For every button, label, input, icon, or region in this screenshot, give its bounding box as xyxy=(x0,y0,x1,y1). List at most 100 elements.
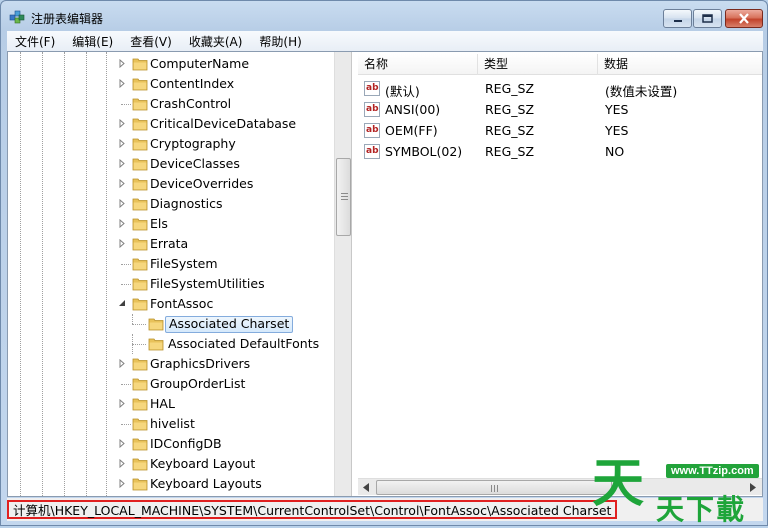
value-type: REG_SZ xyxy=(485,81,535,96)
tree-item[interactable]: FontAssoc xyxy=(8,294,338,314)
tree-item-label[interactable]: ContentIndex xyxy=(147,76,237,93)
tree-item-label[interactable]: DeviceClasses xyxy=(147,156,243,173)
tree-item-label[interactable]: hivelist xyxy=(147,416,198,433)
expand-arrow-icon[interactable] xyxy=(117,358,127,369)
tree-connector xyxy=(132,344,146,345)
title-bar[interactable]: 注册表编辑器 xyxy=(1,1,767,31)
tree-item[interactable]: Associated DefaultFonts xyxy=(8,334,338,354)
folder-icon xyxy=(132,378,148,391)
expand-arrow-icon[interactable] xyxy=(117,478,127,489)
registry-editor-icon xyxy=(9,10,25,24)
tree-item[interactable]: Diagnostics xyxy=(8,194,338,214)
value-name: (默认) xyxy=(385,84,420,99)
string-value-icon: ab xyxy=(364,123,380,138)
tree-item-label[interactable]: CrashControl xyxy=(147,96,234,113)
menu-view[interactable]: 查看(V) xyxy=(122,33,181,50)
tree-item-label[interactable]: FileSystemUtilities xyxy=(147,276,268,293)
tree-item-label[interactable]: GraphicsDrivers xyxy=(147,356,253,373)
tree-item-label[interactable]: IDConfigDB xyxy=(147,436,225,453)
tree-item[interactable]: Cryptography xyxy=(8,134,338,154)
tree-item[interactable]: CrashControl xyxy=(8,94,338,114)
scroll-left-icon[interactable] xyxy=(363,483,369,492)
tree-connector xyxy=(132,314,133,324)
tree-item[interactable]: IDConfigDB xyxy=(8,434,338,454)
column-header-name[interactable]: 名称 xyxy=(358,54,478,75)
column-header-data[interactable]: 数据 xyxy=(598,54,762,75)
expand-arrow-icon[interactable] xyxy=(117,218,127,229)
tree-item[interactable]: Keyboard Layouts xyxy=(8,474,338,494)
menu-favorites[interactable]: 收藏夹(A) xyxy=(181,33,252,50)
expand-arrow-icon[interactable] xyxy=(117,178,127,189)
tree-item[interactable]: HAL xyxy=(8,394,338,414)
column-header-type[interactable]: 类型 xyxy=(478,54,598,75)
tree-item[interactable]: Els xyxy=(8,214,338,234)
folder-icon xyxy=(132,158,148,171)
value-row[interactable]: ab ANSI(00) REG_SZ YES xyxy=(358,99,762,120)
expand-arrow-icon[interactable] xyxy=(117,438,127,449)
tree-item[interactable]: CriticalDeviceDatabase xyxy=(8,114,338,134)
value-data: YES xyxy=(605,123,629,138)
expand-arrow-icon[interactable] xyxy=(117,398,127,409)
tree-item-label[interactable]: Associated DefaultFonts xyxy=(165,336,322,353)
key-tree-pane[interactable]: ComputerName ContentIndex CrashControl Crit… xyxy=(8,52,352,496)
tree-item-label[interactable]: ComputerName xyxy=(147,56,252,73)
value-data: NO xyxy=(605,144,625,159)
tree-item-label[interactable]: DeviceOverrides xyxy=(147,176,256,193)
menu-help[interactable]: 帮助(H) xyxy=(251,33,310,50)
tree-scroll-thumb[interactable] xyxy=(336,158,351,236)
tree-item-label[interactable]: FileSystem xyxy=(147,256,221,273)
tree-item[interactable]: GroupOrderList xyxy=(8,374,338,394)
menu-file[interactable]: 文件(F) xyxy=(7,33,64,50)
expand-arrow-icon[interactable] xyxy=(117,238,127,249)
open-folder-icon xyxy=(132,298,148,311)
tree-item[interactable]: ContentIndex xyxy=(8,74,338,94)
window-title: 注册表编辑器 xyxy=(31,12,104,26)
folder-icon xyxy=(132,98,148,111)
tree-item[interactable]: ComputerName xyxy=(8,54,338,74)
tree-item[interactable]: Associated Charset xyxy=(8,314,338,334)
tree-vertical-scrollbar[interactable] xyxy=(334,52,351,496)
tree-item-label[interactable]: Keyboard Layouts xyxy=(147,476,265,493)
expand-arrow-icon[interactable] xyxy=(117,198,127,209)
tree-item-label[interactable]: CriticalDeviceDatabase xyxy=(147,116,299,133)
expand-arrow-icon[interactable] xyxy=(117,458,127,469)
tree-item-label[interactable]: Els xyxy=(147,216,171,233)
expand-arrow-icon[interactable] xyxy=(117,58,127,69)
string-value-icon: ab xyxy=(364,81,380,96)
values-pane[interactable]: 名称 类型 数据 ab (默认) REG_SZ (数值未设置) ab ANSI(00) RE… xyxy=(358,52,762,496)
expand-arrow-icon[interactable] xyxy=(117,118,127,129)
menu-bar: 文件(F) 编辑(E) 查看(V) 收藏夹(A) 帮助(H) xyxy=(7,31,763,51)
tree-item[interactable]: FileSystem xyxy=(8,254,338,274)
menu-edit[interactable]: 编辑(E) xyxy=(64,33,122,50)
tree-item[interactable]: FileSystemUtilities xyxy=(8,274,338,294)
close-button[interactable] xyxy=(725,9,763,28)
collapse-arrow-icon[interactable] xyxy=(117,299,127,309)
tree-item-label[interactable]: HAL xyxy=(147,396,178,413)
tree-item[interactable]: GraphicsDrivers xyxy=(8,354,338,374)
tree-item-label[interactable]: Errata xyxy=(147,236,191,253)
grip-line xyxy=(341,193,348,194)
minimize-button[interactable] xyxy=(663,9,692,28)
expand-arrow-icon[interactable] xyxy=(117,78,127,89)
tree-item[interactable]: DeviceOverrides xyxy=(8,174,338,194)
tree-item-label[interactable]: Diagnostics xyxy=(147,196,226,213)
expand-arrow-icon[interactable] xyxy=(117,138,127,149)
value-row[interactable]: ab (默认) REG_SZ (数值未设置) xyxy=(358,78,762,99)
value-row[interactable]: ab SYMBOL(02) REG_SZ NO xyxy=(358,141,762,162)
tree-item-label[interactable]: GroupOrderList xyxy=(147,376,248,393)
close-icon xyxy=(739,13,749,24)
tree-item[interactable]: Keyboard Layout xyxy=(8,454,338,474)
tree-item-label-selected[interactable]: Associated Charset xyxy=(165,316,294,333)
value-row[interactable]: ab OEM(FF) REG_SZ YES xyxy=(358,120,762,141)
tree-item-label[interactable]: Keyboard Layout xyxy=(147,456,258,473)
expand-arrow-icon[interactable] xyxy=(117,158,127,169)
tree-item[interactable]: hivelist xyxy=(8,414,338,434)
tree-item[interactable]: Errata xyxy=(8,234,338,254)
grip-line xyxy=(497,485,498,492)
tree-item-label[interactable]: FontAssoc xyxy=(147,296,216,313)
values-scroll-thumb[interactable] xyxy=(376,480,612,495)
tree-item-label[interactable]: Cryptography xyxy=(147,136,239,153)
tree-item[interactable]: DeviceClasses xyxy=(8,154,338,174)
grip-line xyxy=(341,196,348,197)
maximize-button[interactable] xyxy=(693,9,722,28)
